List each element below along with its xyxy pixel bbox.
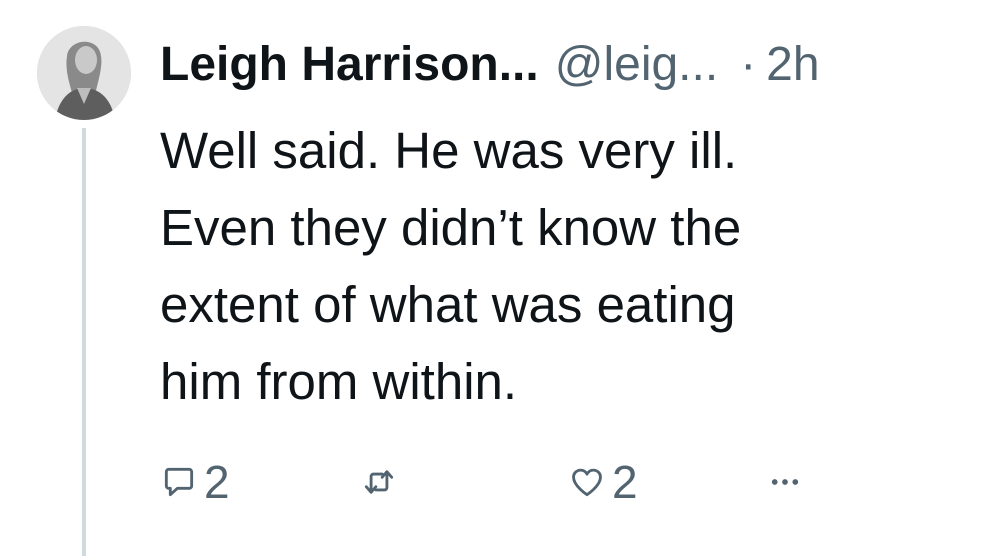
reply-count: 2 [204,456,230,508]
tweet-text-line: Well said. He was very ill. [160,122,738,179]
thread-line [82,128,86,556]
avatar-photo [37,26,131,120]
user-handle[interactable]: @leig... [555,30,718,100]
retweet-button[interactable] [360,452,398,512]
tweet-text: Well said. He was very ill. Even they di… [160,112,960,420]
tweet-text-line: extent of what was eating [160,276,736,333]
tweet-header: Leigh Harrison... @leig... · 2h [160,30,820,100]
reply-button[interactable]: 2 [160,452,230,512]
more-icon [771,479,799,485]
heart-icon [572,468,602,497]
like-count: 2 [612,456,638,508]
header-separator: · [740,38,757,91]
action-bar: 2 2 [160,452,920,512]
timestamp[interactable]: 2h [766,30,819,100]
tweet-text-line: him from within. [160,353,518,410]
retweet-icon [364,470,394,494]
tweet[interactable]: Leigh Harrison... @leig... · 2h Well sai… [0,0,1000,556]
display-name[interactable]: Leigh Harrison... [160,30,539,100]
avatar[interactable] [37,26,131,120]
reply-icon [164,467,194,497]
like-button[interactable]: 2 [568,452,638,512]
tweet-text-line: Even they didn’t know the [160,199,742,256]
more-button[interactable] [766,452,804,512]
